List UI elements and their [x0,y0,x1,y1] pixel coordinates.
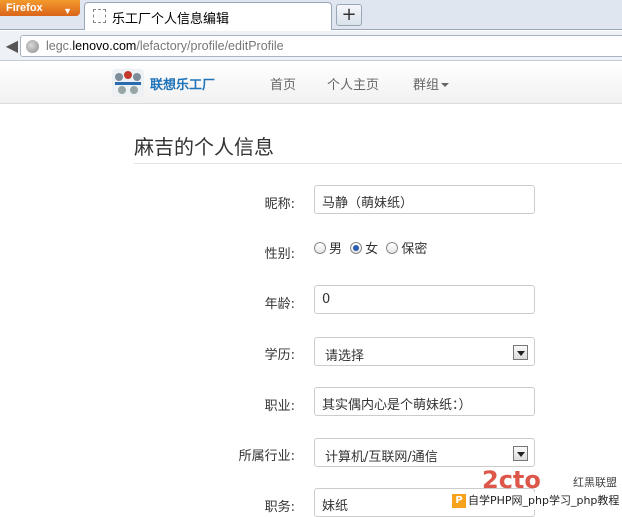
gender-male-label: 男 [329,242,343,257]
site-logo-icon[interactable] [110,67,146,99]
age-label: 年龄: [264,297,295,312]
watermark-banner: P 自学PHP网_php学习_php教程 [452,492,622,510]
browser-tab-bar: Firefox ▼ 乐工厂个人信息编辑 + [0,0,622,30]
firefox-menu-label: Firefox [6,2,43,14]
new-tab-button[interactable]: + [336,4,362,26]
svg-text:2cto: 2cto [482,468,541,490]
nav-groups[interactable]: 群组 [413,74,450,93]
position-label: 职务: [264,500,295,515]
education-label: 学历: [264,348,295,363]
nav-groups-label: 群组 [413,78,440,93]
title-divider [134,163,622,164]
nav-home[interactable]: 首页 [270,74,296,93]
gender-secret-radio[interactable] [386,241,399,254]
age-input[interactable]: 0 [314,285,535,314]
globe-icon [26,40,39,53]
education-select[interactable]: 请选择 [314,337,535,366]
gender-radio-group: 男 女 保密 [314,238,431,258]
gender-female-label: 女 [365,242,379,257]
firefox-menu-button[interactable]: Firefox ▼ [0,0,80,16]
browser-nav-bar: ◀ legc.lenovo.com/lefactory/profile/edit… [0,31,622,61]
address-bar[interactable]: legc.lenovo.com/lefactory/profile/editPr… [20,35,622,57]
occupation-label: 职业: [264,399,295,414]
industry-label: 所属行业: [238,449,295,464]
url-prefix: legc. [46,39,73,53]
site-header: 联想乐工厂 首页 个人主页 群组 [0,62,622,104]
industry-value: 计算机/互联网/通信 [325,450,438,465]
industry-select[interactable]: 计算机/互联网/通信 [314,438,535,467]
gender-label: 性别: [264,247,295,262]
gender-secret-label: 保密 [401,242,428,257]
url-domain: lenovo.com [72,39,137,53]
site-logo-text[interactable]: 联想乐工厂 [150,74,215,93]
watermark-banner-text: 自学PHP网_php学习_php教程 [468,494,620,507]
tab-title: 乐工厂个人信息编辑 [112,12,230,27]
browser-tab[interactable]: 乐工厂个人信息编辑 [84,2,332,30]
education-value: 请选择 [325,349,365,364]
php-logo-icon: P [452,494,466,508]
url-path: /lefactory/profile/editProfile [136,39,284,53]
dropdown-arrow-icon[interactable] [513,446,528,461]
nickname-input[interactable]: 马静（萌妹纸） [314,185,535,214]
back-arrow-icon[interactable]: ◀ [0,35,18,57]
occupation-input[interactable]: 其实偶内心是个萌妹纸：） [314,387,535,416]
watermark-brand: 红黑联盟 [573,476,617,489]
gender-female-radio[interactable] [350,241,363,254]
nav-profile[interactable]: 个人主页 [327,74,379,93]
url-text: legc.lenovo.com/lefactory/profile/editPr… [46,39,284,53]
nickname-label: 昵称: [264,197,295,212]
page-favicon-icon [93,9,106,23]
chevron-down-icon: ▼ [63,6,72,16]
caret-down-icon [441,82,450,87]
page-title: 麻吉的个人信息 [134,135,274,159]
dropdown-arrow-icon[interactable] [513,345,528,360]
gender-male-radio[interactable] [314,241,326,254]
watermark-logo-icon: 2cto [482,468,541,490]
